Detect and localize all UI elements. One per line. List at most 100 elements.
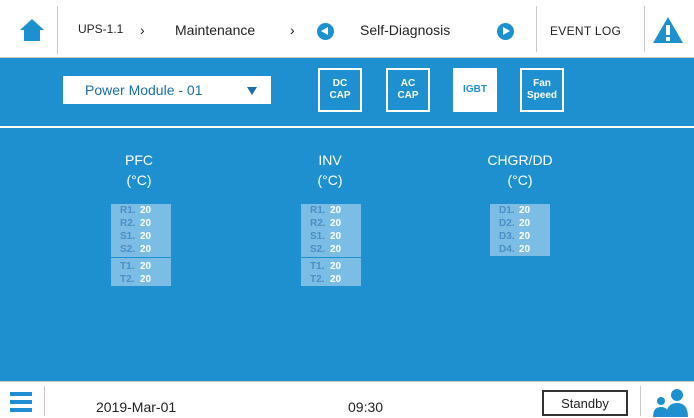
- group-unit: (°C): [126, 172, 152, 188]
- breadcrumb-separator-chevron-icon: ›: [140, 22, 145, 38]
- reading-value: 20: [330, 244, 342, 255]
- reading-value: 20: [140, 244, 152, 255]
- reading-row: T2. 20: [111, 273, 171, 286]
- tab-label: CAP: [397, 90, 419, 101]
- divider: [301, 257, 361, 258]
- status-time: 09:30: [348, 399, 384, 415]
- reading-value: 20: [140, 231, 152, 242]
- reading-row: S1. 20: [301, 230, 361, 243]
- group-unit: (°C): [317, 172, 343, 188]
- reading-row: R2. 20: [301, 217, 361, 230]
- reading-value: 20: [330, 274, 342, 285]
- tab-dc-cap[interactable]: DC CAP: [318, 68, 362, 112]
- reading-label: R2.: [120, 218, 136, 229]
- reading-value: 20: [140, 205, 152, 216]
- tab-fan-speed[interactable]: Fan Speed: [520, 68, 564, 112]
- reading-value: 20: [330, 205, 342, 216]
- tab-label: AC: [400, 78, 416, 89]
- reading-row: R2. 20: [111, 217, 171, 230]
- reading-label: T1.: [120, 261, 135, 272]
- tab-label: Speed: [526, 90, 557, 101]
- status-mode: Standby: [561, 395, 609, 411]
- reading-label: D4.: [499, 244, 515, 255]
- reading-value: 20: [330, 261, 342, 272]
- breadcrumb-device[interactable]: UPS-1.1: [78, 22, 123, 36]
- reading-row: S2. 20: [111, 243, 171, 256]
- reading-row: T2. 20: [301, 273, 361, 286]
- reading-label: S1.: [120, 231, 136, 242]
- reading-label: R2.: [310, 218, 326, 229]
- reading-label: D1.: [499, 205, 515, 216]
- divider: [44, 386, 45, 416]
- group-title: PFC: [125, 152, 153, 168]
- status-date: 2019-Mar-01: [96, 399, 177, 415]
- chevron-down-icon: [247, 87, 257, 95]
- divider: [644, 6, 645, 52]
- reading-row: T1. 20: [301, 260, 361, 273]
- tab-ac-cap[interactable]: AC CAP: [386, 68, 430, 112]
- users-icon[interactable]: [648, 386, 690, 418]
- power-module-select-value: Power Module - 01: [85, 82, 203, 98]
- status-badge: Standby: [542, 390, 628, 416]
- group-title: INV: [318, 152, 342, 168]
- reading-label: T1.: [310, 261, 325, 272]
- breadcrumb-separator-chevron-icon-2: ›: [290, 22, 295, 38]
- reading-value: 20: [140, 274, 152, 285]
- event-log-button[interactable]: EVENT LOG: [550, 24, 621, 38]
- divider: [536, 6, 537, 52]
- reading-label: S2.: [120, 244, 136, 255]
- divider: [640, 386, 641, 416]
- pfc-readings: R1. 20 R2. 20 S1. 20 S2. 20 T1. 20 T2. 20: [111, 204, 171, 286]
- inv-readings: R1. 20 R2. 20 S1. 20 S2. 20 T1. 20 T2. 20: [301, 204, 361, 286]
- tab-label: IGBT: [463, 84, 487, 95]
- reading-label: R1.: [310, 205, 326, 216]
- previous-page-icon[interactable]: [317, 23, 334, 40]
- reading-label: S2.: [310, 244, 326, 255]
- reading-value: 20: [519, 205, 531, 216]
- status-bar: 2019-Mar-01 09:30 Standby: [0, 381, 694, 418]
- reading-value: 20: [519, 244, 531, 255]
- group-title-pfc: PFC (°C): [89, 150, 189, 190]
- reading-label: T2.: [310, 274, 325, 285]
- reading-row: D4. 20: [490, 243, 550, 256]
- temperature-panel: PFC (°C) R1. 20 R2. 20 S1. 20 S2. 20 T1. 20 T…: [0, 128, 694, 381]
- tab-label: DC: [332, 78, 348, 89]
- reading-row: R1. 20: [111, 204, 171, 217]
- group-title: CHGR/DD: [487, 152, 553, 168]
- top-bar: UPS-1.1 › Maintenance › Self-Diagnosis E…: [0, 0, 694, 58]
- next-page-icon[interactable]: [497, 23, 514, 40]
- module-toolbar: Power Module - 01 DC CAP AC CAP IGBT Fan Sp…: [0, 58, 694, 128]
- chgr-dd-readings: D1. 20 D2. 20 D3. 20 D4. 20: [490, 204, 550, 256]
- reading-row: R1. 20: [301, 204, 361, 217]
- power-module-select[interactable]: Power Module - 01: [63, 76, 271, 104]
- reading-value: 20: [330, 231, 342, 242]
- group-unit: (°C): [507, 172, 533, 188]
- reading-row: D3. 20: [490, 230, 550, 243]
- reading-value: 20: [519, 231, 531, 242]
- home-icon: [19, 19, 44, 41]
- reading-row: S1. 20: [111, 230, 171, 243]
- reading-row: S2. 20: [301, 243, 361, 256]
- home-button[interactable]: [6, 6, 58, 54]
- tab-label: CAP: [329, 90, 351, 101]
- group-title-chgr-dd: CHGR/DD (°C): [470, 150, 570, 190]
- reading-value: 20: [140, 261, 152, 272]
- divider: [111, 257, 171, 258]
- breadcrumb-section[interactable]: Maintenance: [175, 22, 255, 38]
- reading-label: R1.: [120, 205, 136, 216]
- tab-igbt[interactable]: IGBT: [453, 68, 497, 112]
- reading-value: 20: [519, 218, 531, 229]
- reading-row: D2. 20: [490, 217, 550, 230]
- reading-label: T2.: [120, 274, 135, 285]
- reading-row: T1. 20: [111, 260, 171, 273]
- group-title-inv: INV (°C): [280, 150, 380, 190]
- reading-value: 20: [140, 218, 152, 229]
- tab-label: Fan: [533, 78, 551, 89]
- reading-value: 20: [330, 218, 342, 229]
- page-title: Self-Diagnosis: [360, 22, 451, 38]
- reading-row: D1. 20: [490, 204, 550, 217]
- menu-icon[interactable]: [10, 392, 32, 412]
- reading-label: D3.: [499, 231, 515, 242]
- warning-icon[interactable]: [652, 16, 684, 44]
- reading-label: S1.: [310, 231, 326, 242]
